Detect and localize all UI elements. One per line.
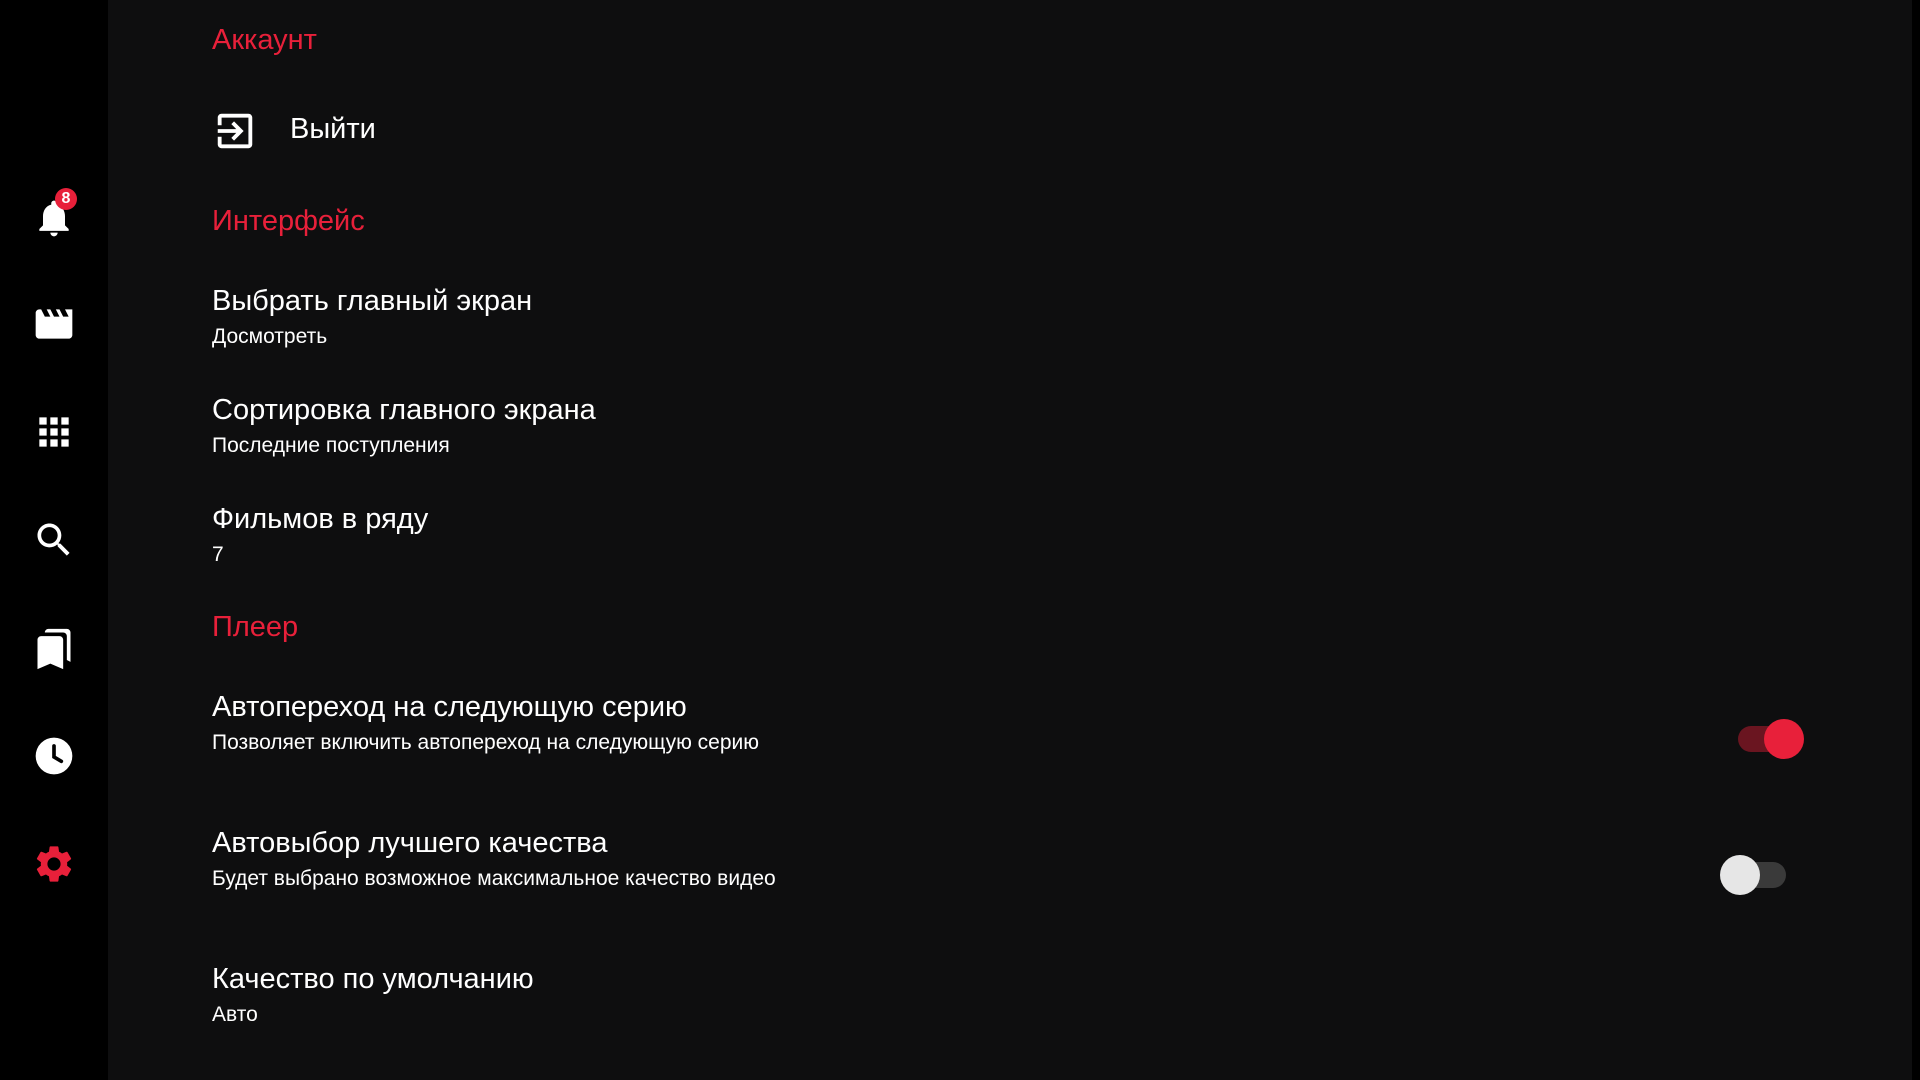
pref-summary: Позволяет включить автопереход на следую… — [212, 731, 760, 754]
movie-clapper-icon — [35, 309, 73, 339]
sidebar-item-settings[interactable] — [0, 816, 108, 912]
sidebar-item-search[interactable] — [0, 492, 108, 588]
pref-title: Качество по умолчанию — [212, 963, 534, 995]
logout-icon — [217, 113, 253, 149]
settings-list: Аккаунт Выйти Интерфейс Выбрать главный … — [212, 0, 1832, 1080]
right-edge-strip — [1912, 0, 1920, 1080]
pref-summary: 7 — [212, 543, 224, 566]
clock-icon — [35, 737, 73, 775]
settings-screen: 8 Аккаунт Выйти Интерфейс Выбрать главны… — [0, 0, 1920, 1080]
pref-autonext[interactable]: Автопереход на следующую серию Позволяет… — [212, 691, 1812, 781]
logout-button[interactable]: Выйти — [212, 106, 912, 156]
pref-summary: Последние поступления — [212, 434, 450, 457]
section-title-account: Аккаунт — [212, 24, 317, 56]
pref-movies-per-row[interactable]: Фильмов в ряду 7 — [212, 503, 1812, 583]
sidebar: 8 — [0, 0, 108, 1080]
notification-count-badge: 8 — [55, 188, 77, 210]
apps-grid-icon — [39, 417, 69, 447]
pref-title: Фильмов в ряду — [212, 503, 429, 535]
autonext-toggle[interactable] — [1734, 713, 1804, 759]
search-icon — [37, 523, 70, 556]
gear-icon — [36, 846, 72, 882]
pref-title: Сортировка главного экрана — [212, 394, 596, 426]
toggle-thumb — [1720, 855, 1760, 895]
logout-label: Выйти — [290, 113, 376, 145]
sidebar-item-catalog[interactable] — [0, 384, 108, 480]
pref-main-screen[interactable]: Выбрать главный экран Досмотреть — [212, 285, 1812, 365]
pref-title: Автовыбор лучшего качества — [212, 827, 608, 859]
pref-autoquality[interactable]: Автовыбор лучшего качества Будет выбрано… — [212, 827, 1812, 917]
bookmarks-icon — [37, 628, 71, 670]
pref-title: Выбрать главный экран — [212, 285, 533, 317]
pref-title: Автопереход на следующую серию — [212, 691, 687, 723]
autoquality-toggle[interactable] — [1720, 849, 1790, 895]
sidebar-item-movies[interactable] — [0, 276, 108, 372]
section-title-interface: Интерфейс — [212, 205, 365, 237]
sidebar-item-notifications[interactable]: 8 — [0, 170, 108, 266]
sidebar-item-bookmarks[interactable] — [0, 601, 108, 697]
pref-main-screen-sorting[interactable]: Сортировка главного экрана Последние пос… — [212, 394, 1812, 474]
pref-summary: Авто — [212, 1003, 258, 1026]
sidebar-item-history[interactable] — [0, 708, 108, 804]
pref-summary: Досмотреть — [212, 325, 328, 348]
toggle-thumb — [1764, 719, 1804, 759]
pref-default-quality[interactable]: Качество по умолчанию Авто — [212, 963, 1812, 1043]
pref-summary: Будет выбрано возможное максимальное кач… — [212, 867, 776, 890]
section-title-cutoff — [212, 1068, 612, 1080]
section-title-player: Плеер — [212, 611, 299, 643]
